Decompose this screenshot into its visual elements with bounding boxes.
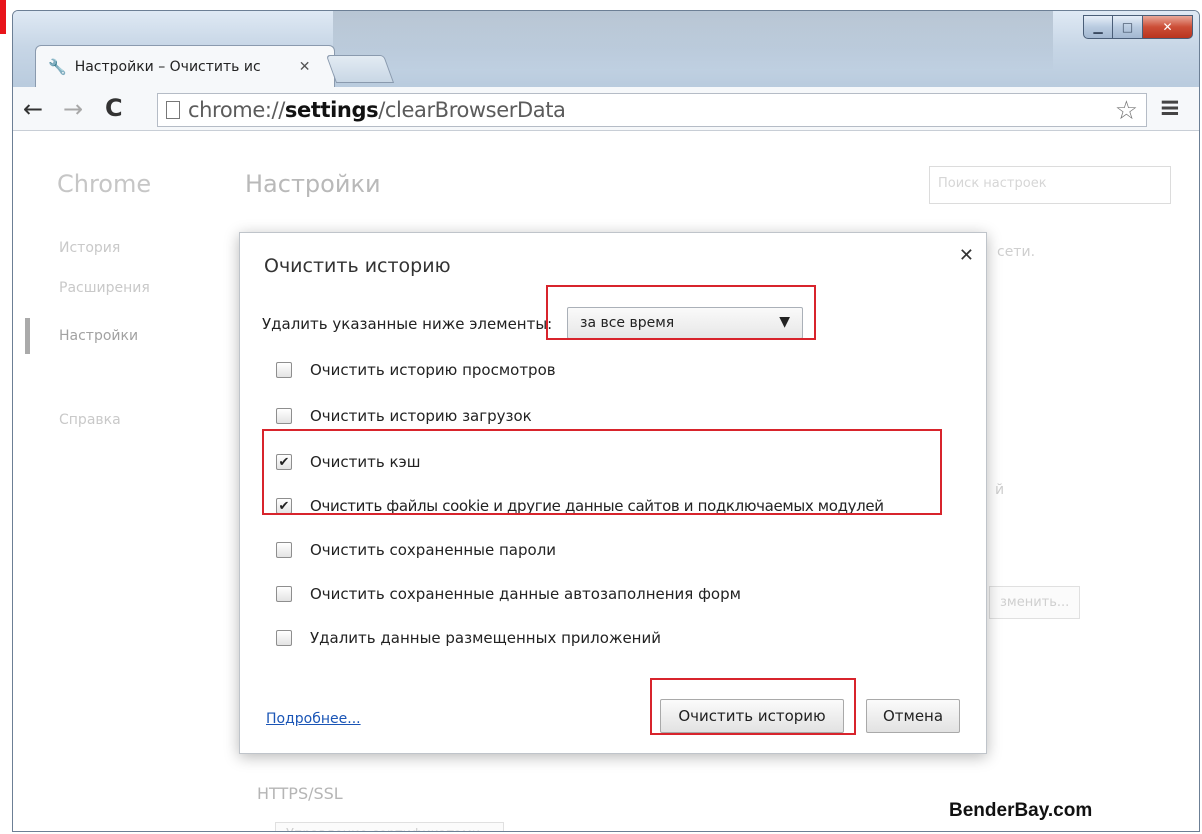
reload-icon[interactable]: C	[105, 94, 123, 122]
checkbox[interactable]	[276, 408, 292, 424]
checkbox[interactable]	[276, 362, 292, 378]
sidebar-item-settings[interactable]: Настройки	[59, 328, 138, 344]
checkbox[interactable]	[276, 630, 292, 646]
window-controls: ▁ □ ✕	[1083, 15, 1193, 39]
highlight-time-range	[546, 285, 816, 340]
settings-search-input[interactable]: Поиск настроек	[929, 166, 1171, 204]
dialog-title: Очистить историю	[264, 255, 451, 277]
background-text: сети.	[997, 244, 1036, 260]
background-change-button[interactable]: зменить...	[989, 586, 1081, 619]
tab-settings[interactable]: 🔧 Настройки – Очистить ис ✕	[35, 45, 335, 87]
page-icon	[166, 101, 180, 119]
close-icon[interactable]: ✕	[959, 245, 974, 266]
forward-arrow-icon[interactable]: →	[63, 95, 83, 123]
manage-certificates-button[interactable]: Управление сертификатами...	[275, 822, 504, 831]
checkbox[interactable]	[276, 586, 292, 602]
close-window-button[interactable]: ✕	[1143, 15, 1193, 39]
cancel-button[interactable]: Отмена	[866, 699, 960, 733]
minimize-button[interactable]: ▁	[1083, 15, 1113, 39]
section-https-heading: HTTPS/SSL	[257, 784, 343, 803]
new-tab-button[interactable]	[325, 55, 395, 83]
sidebar-item-extensions[interactable]: Расширения	[59, 280, 150, 296]
maximize-button[interactable]: □	[1113, 15, 1143, 39]
browser-window: 🔧 Настройки – Очистить ис ✕ ▁ □ ✕ ← → C …	[12, 10, 1200, 832]
option-passwords[interactable]: Очистить сохраненные пароли	[276, 541, 556, 559]
wrench-icon: 🔧	[48, 57, 67, 76]
url-text: chrome://settings/clearBrowserData	[188, 98, 566, 122]
back-arrow-icon[interactable]: ←	[23, 95, 43, 123]
sidebar-item-history[interactable]: История	[59, 240, 120, 256]
time-range-label: Удалить указанные ниже элементы:	[262, 315, 553, 333]
red-corner-mark	[0, 0, 6, 34]
tab-close-icon[interactable]: ✕	[299, 59, 311, 75]
browser-toolbar: ← → C chrome://settings/clearBrowserData…	[13, 87, 1199, 131]
option-browsing-history[interactable]: Очистить историю просмотров	[276, 361, 556, 379]
title-bar: 🔧 Настройки – Очистить ис ✕ ▁ □ ✕	[13, 11, 1199, 91]
background-text: й	[995, 482, 1005, 498]
highlight-clear-button	[650, 678, 856, 735]
watermark: BenderBay.com	[949, 800, 1093, 821]
sidebar-active-marker	[25, 318, 30, 354]
menu-icon[interactable]: ≡	[1159, 93, 1181, 123]
bookmark-star-icon[interactable]: ☆	[1115, 96, 1138, 126]
checkbox[interactable]	[276, 542, 292, 558]
option-download-history[interactable]: Очистить историю загрузок	[276, 407, 532, 425]
tab-title: Настройки – Очистить ис	[74, 58, 261, 75]
highlight-cache-cookies	[262, 429, 942, 515]
option-autofill[interactable]: Очистить сохраненные данные автозаполнен…	[276, 585, 741, 603]
address-bar[interactable]: chrome://settings/clearBrowserData ☆	[157, 93, 1147, 127]
sidebar-item-help[interactable]: Справка	[59, 412, 121, 428]
learn-more-link[interactable]: Подробнее...	[266, 711, 361, 727]
page-title: Настройки	[245, 170, 381, 198]
option-hosted-app-data[interactable]: Удалить данные размещенных приложений	[276, 629, 661, 647]
chrome-brand: Chrome	[57, 170, 152, 198]
